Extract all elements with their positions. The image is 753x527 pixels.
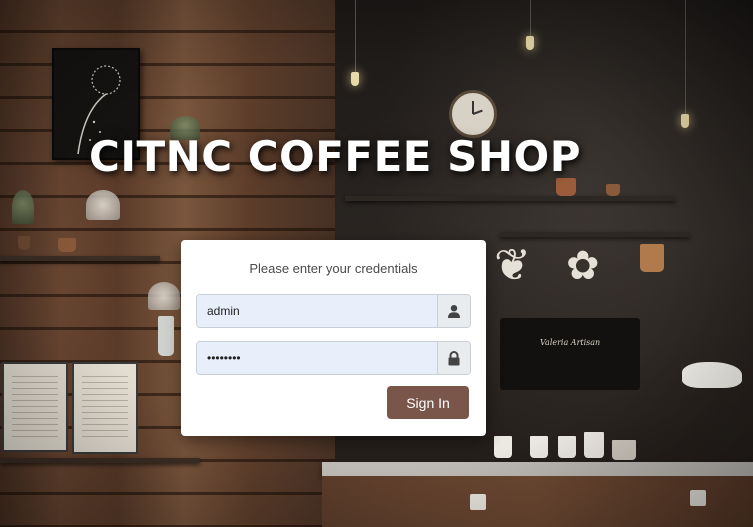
- power-outlet: [470, 494, 486, 510]
- cup: [530, 436, 548, 458]
- sign-in-button[interactable]: Sign In: [387, 386, 469, 419]
- wall-clock: [449, 90, 497, 138]
- username-input[interactable]: [197, 295, 437, 327]
- back-shelf: [345, 196, 675, 201]
- wall-shelf: [0, 256, 160, 261]
- cow-figurine: [682, 362, 742, 388]
- shop-title: CITNC COFFEE SHOP: [89, 132, 581, 181]
- password-input[interactable]: [197, 342, 437, 374]
- cup: [584, 432, 604, 458]
- leaf-decal: ❦: [494, 241, 531, 290]
- espresso-machine: [500, 318, 640, 390]
- username-field-group: [196, 294, 471, 328]
- counter-front: [322, 476, 753, 527]
- menu-board: [72, 362, 138, 454]
- login-prompt: Please enter your credentials: [249, 261, 418, 276]
- vase: [158, 316, 174, 356]
- pendant-lamp: [351, 72, 359, 86]
- menu-board: [2, 362, 68, 452]
- cup: [494, 436, 512, 458]
- flower-pot: [18, 236, 30, 250]
- password-field-group: [196, 341, 471, 375]
- counter-top: [322, 462, 753, 476]
- cup: [612, 440, 636, 460]
- machine-brand-label: Valeria Artisan: [540, 338, 601, 347]
- user-icon: [437, 295, 470, 327]
- flower-decor: [148, 282, 180, 310]
- flower-decor: [86, 190, 120, 220]
- pendant-lamp: [681, 114, 689, 128]
- login-page: ❦ ✿ Valeria Artisan CITNC COFFEE SHOP Pl…: [0, 0, 753, 527]
- flower-pot: [606, 184, 620, 196]
- back-shelf: [500, 232, 690, 237]
- plant-decor: [12, 190, 34, 224]
- pendant-lamp: [526, 36, 534, 50]
- jar: [640, 244, 664, 272]
- wall-shelf: [0, 458, 200, 463]
- flower-decal: ✿: [566, 244, 600, 288]
- login-form: Please enter your credentials Sign In: [181, 240, 486, 436]
- cup: [558, 436, 576, 458]
- power-outlet: [690, 490, 706, 506]
- lock-icon: [437, 342, 470, 374]
- flower-pot: [58, 238, 76, 252]
